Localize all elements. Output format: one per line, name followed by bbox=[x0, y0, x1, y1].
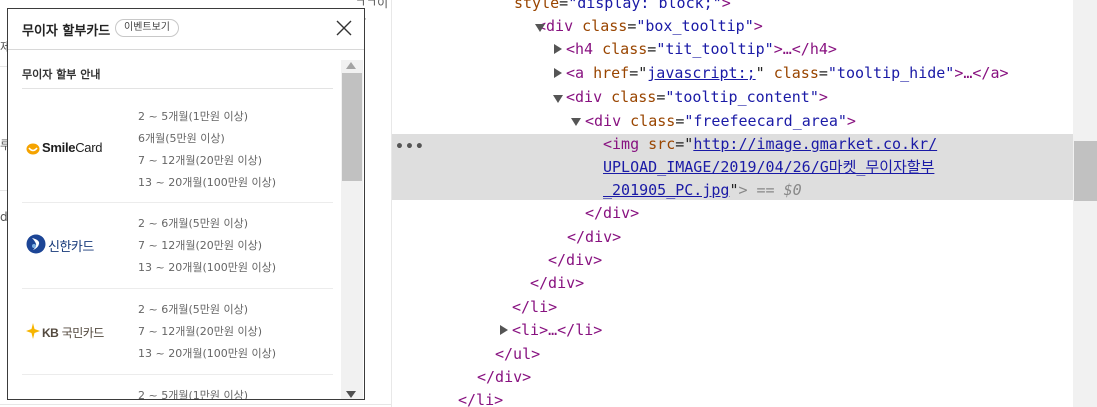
smile-icon bbox=[26, 143, 40, 155]
term-item: 13 ~ 20개월(100만원 이상) bbox=[138, 176, 276, 189]
expand-triangle-icon[interactable] bbox=[571, 118, 581, 126]
img-src-link[interactable]: _201905_PC.jpg bbox=[603, 181, 729, 199]
dom-node-div-box-tooltip[interactable]: <div class="box_tooltip"> bbox=[537, 15, 763, 37]
tooltip-title: 무이자 할부카드 bbox=[22, 24, 111, 39]
card-row-kb: KB 국민카드 2 ~ 6개월(5만원 이상) 7 ~ 12개월(20만원 이상… bbox=[22, 289, 333, 375]
section-divider bbox=[22, 88, 333, 89]
expand-triangle-icon[interactable] bbox=[535, 24, 545, 32]
dom-node-close-li[interactable]: </li> bbox=[458, 389, 503, 407]
term-item: 6개월(5만원 이상) bbox=[138, 132, 225, 145]
dom-node-li-collapsed[interactable]: <li>…</li> bbox=[512, 319, 602, 341]
collapse-triangle-icon[interactable] bbox=[500, 325, 508, 335]
logo-text-bold: Smile bbox=[42, 140, 76, 155]
logo-text: Card bbox=[75, 140, 103, 155]
dom-node-img-selected-cont[interactable]: UPLOAD_IMAGE/2019/04/26/G마켓_무이자할부 bbox=[603, 156, 934, 178]
expand-triangle-icon[interactable] bbox=[553, 95, 563, 103]
img-src-link[interactable]: http://image.gmarket.co.kr/ bbox=[693, 135, 937, 153]
event-view-button[interactable]: 이벤트보기 bbox=[115, 19, 179, 37]
installment-terms: 2 ~ 5개월(1만원 이상) bbox=[138, 385, 249, 400]
dom-node-a-tooltip-hide[interactable]: <a href="javascript:;" class="tooltip_hi… bbox=[566, 62, 1009, 84]
dom-node-close-li[interactable]: </li> bbox=[512, 296, 557, 318]
term-item: 7 ~ 12개월(20만원 이상) bbox=[138, 154, 263, 167]
kb-logo: KB 국민카드 bbox=[26, 323, 126, 341]
dom-node-h4[interactable]: <h4 class="tit_tooltip">…</h4> bbox=[566, 38, 837, 60]
shinhan-logo: 신한카드 bbox=[26, 234, 126, 256]
installment-terms: 2 ~ 6개월(5만원 이상) 7 ~ 12개월(20만원 이상) 13 ~ 2… bbox=[138, 213, 276, 279]
node-actions-icon[interactable]: ••• bbox=[395, 139, 425, 155]
devtools-elements-panel: ••• style="display: block;"> <div class=… bbox=[391, 0, 1097, 407]
tooltip-header: 무이자 할부카드 이벤트보기 bbox=[8, 9, 364, 49]
img-src-link[interactable]: UPLOAD_IMAGE/2019/04/26/G마켓_무이자할부 bbox=[603, 158, 934, 176]
dom-node-close-ul[interactable]: </ul> bbox=[495, 343, 540, 365]
scroll-down-arrow-icon[interactable] bbox=[346, 391, 356, 398]
term-item: 7 ~ 12개월(20만원 이상) bbox=[138, 325, 263, 338]
logo-text-bold: KB bbox=[42, 326, 59, 340]
collapse-triangle-icon[interactable] bbox=[554, 44, 562, 54]
term-item: 2 ~ 5개월(1만원 이상) bbox=[138, 389, 249, 400]
dom-node-attr-line[interactable]: style="display: block;"> bbox=[514, 0, 731, 14]
dom-node-close-div[interactable]: </div> bbox=[585, 202, 639, 224]
installment-terms: 2 ~ 5개월(1만원 이상) 6개월(5만원 이상) 7 ~ 12개월(20만… bbox=[138, 106, 276, 194]
term-item: 2 ~ 6개월(5만원 이상) bbox=[138, 303, 249, 316]
shinhan-emblem-icon bbox=[26, 234, 46, 254]
dom-node-close-div[interactable]: </div> bbox=[530, 272, 584, 294]
collapse-triangle-icon[interactable] bbox=[554, 68, 562, 78]
dom-node-close-div[interactable]: </div> bbox=[548, 249, 602, 271]
card-row-shinhan: 신한카드 2 ~ 6개월(5만원 이상) 7 ~ 12개월(20만원 이상) 1… bbox=[22, 203, 333, 289]
term-item: 13 ~ 20개월(100만원 이상) bbox=[138, 347, 276, 360]
dom-node-img-selected[interactable]: <img src="http://image.gmarket.co.kr/ bbox=[603, 133, 937, 155]
selected-node-marker: > == $0 bbox=[738, 181, 802, 199]
tooltip-content: 무이자 할부 안내 SmileCard 2 ~ 5개월(1만원 이상) 6개월(… bbox=[8, 49, 364, 400]
scrollbar-thumb[interactable] bbox=[342, 73, 362, 181]
term-item: 2 ~ 6개월(5만원 이상) bbox=[138, 217, 249, 230]
scrollbar-thumb[interactable] bbox=[1074, 141, 1097, 201]
term-item: 2 ~ 5개월(1만원 이상) bbox=[138, 110, 249, 123]
card-row: 2 ~ 5개월(1만원 이상) bbox=[22, 375, 333, 400]
dom-node-div-freefeecard-area[interactable]: <div class="freefeecard_area"> bbox=[585, 110, 856, 132]
kb-star-icon bbox=[26, 323, 40, 339]
page-divider bbox=[0, 404, 391, 405]
section-title: 무이자 할부 안내 bbox=[22, 68, 101, 81]
tooltip-scrollbar[interactable] bbox=[341, 60, 363, 399]
logo-text: 국민카드 bbox=[58, 326, 105, 340]
dom-node-div-tooltip-content[interactable]: <div class="tooltip_content"> bbox=[566, 86, 828, 108]
dom-node-img-selected-cont[interactable]: _201905_PC.jpg"> == $0 bbox=[603, 179, 802, 201]
devtools-scrollbar[interactable] bbox=[1073, 0, 1097, 407]
close-icon[interactable] bbox=[334, 18, 354, 38]
installment-terms: 2 ~ 6개월(5만원 이상) 7 ~ 12개월(20만원 이상) 13 ~ 2… bbox=[138, 299, 276, 365]
installment-tooltip: 무이자 할부카드 이벤트보기 무이자 할부 안내 SmileCard 2 ~ 5… bbox=[7, 8, 365, 400]
term-item: 13 ~ 20개월(100만원 이상) bbox=[138, 261, 276, 274]
dom-node-close-div[interactable]: </div> bbox=[567, 226, 621, 248]
card-row-smilecard: SmileCard 2 ~ 5개월(1만원 이상) 6개월(5만원 이상) 7 … bbox=[22, 97, 333, 203]
dom-node-close-div[interactable]: </div> bbox=[477, 366, 531, 388]
scroll-up-arrow-icon[interactable] bbox=[346, 62, 356, 69]
logo-text: 신한카드 bbox=[48, 240, 94, 255]
term-item: 7 ~ 12개월(20만원 이상) bbox=[138, 239, 263, 252]
smilecard-logo: SmileCard bbox=[26, 139, 118, 159]
